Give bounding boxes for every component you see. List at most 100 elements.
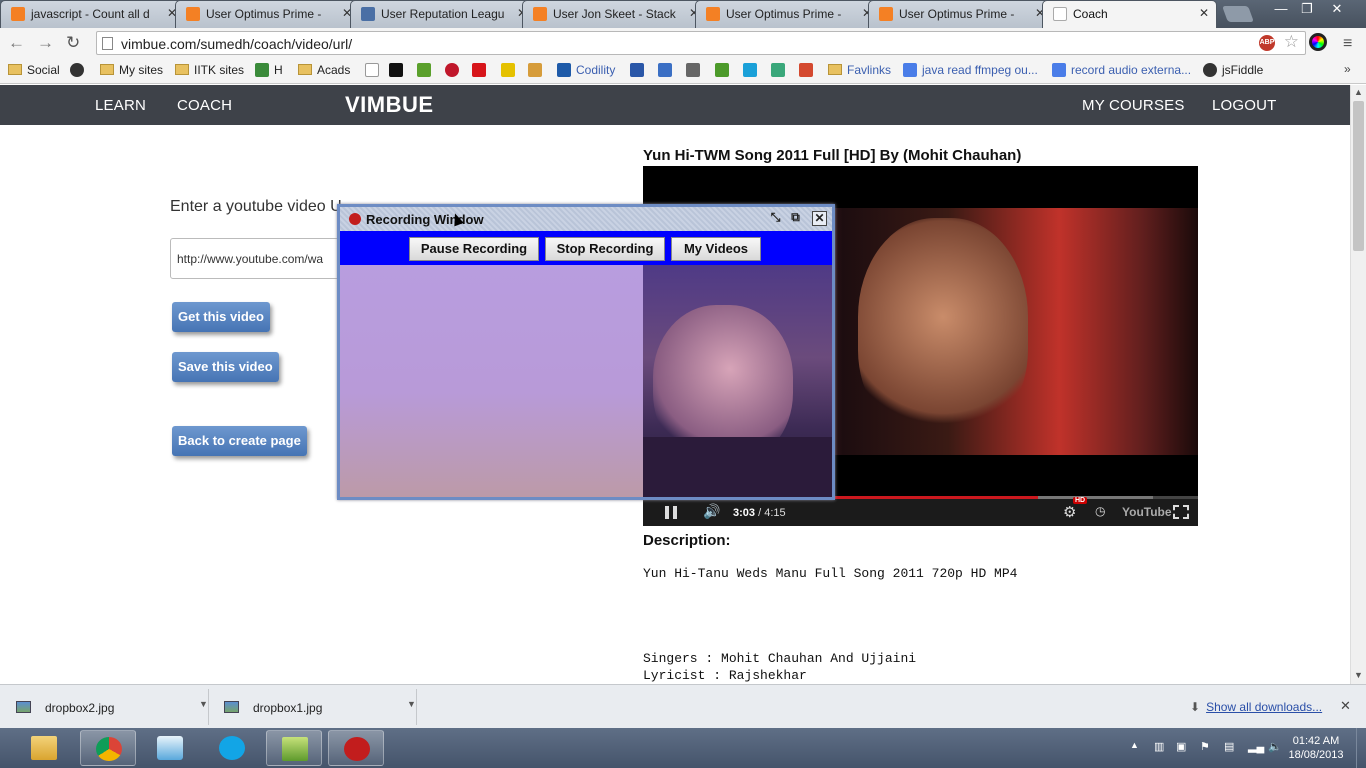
nav-my-courses[interactable]: MY COURSES <box>1082 97 1185 114</box>
minimize-icon[interactable]: — <box>1268 0 1294 20</box>
download-item[interactable]: dropbox1.jpg ▼ <box>212 689 417 725</box>
tray-signal-icon[interactable]: ▂▄ <box>1248 740 1264 753</box>
back-to-create-button[interactable]: Back to create page <box>172 426 307 456</box>
scroll-down-icon[interactable]: ▼ <box>1354 670 1363 680</box>
tab-1[interactable]: javascript - Count all d ✕ <box>0 0 185 28</box>
close-downloads-icon[interactable]: ✕ <box>1340 698 1351 714</box>
tab-coach[interactable]: Coach ✕ <box>1042 0 1217 28</box>
dropdown-arrow-icon[interactable]: ▼ <box>407 699 416 709</box>
close-icon[interactable]: ✕ <box>812 211 827 226</box>
screen: javascript - Count all d ✕ User Optimus P… <box>0 0 1366 768</box>
tray-expand-icon[interactable]: ▲ <box>1130 740 1139 750</box>
bookmark-wave[interactable] <box>771 63 790 77</box>
bookmark-leaf[interactable] <box>715 63 734 77</box>
fullscreen-icon[interactable] <box>1173 505 1189 519</box>
scroll-thumb[interactable] <box>1353 101 1364 251</box>
stackoverflow-icon <box>706 7 720 21</box>
tray-power-icon[interactable]: ▤ <box>1224 740 1234 753</box>
site-logo[interactable]: VIMBUE <box>345 92 434 118</box>
tab-2[interactable]: User Optimus Prime - ✕ <box>175 0 360 28</box>
nav-learn[interactable]: LEARN <box>95 97 146 114</box>
stop-recording-button[interactable]: Stop Recording <box>545 237 665 261</box>
bookmark-social[interactable]: Social <box>8 63 60 77</box>
folder-icon <box>175 64 189 75</box>
taskbar-editor[interactable] <box>266 730 322 766</box>
gem-icon <box>799 63 813 77</box>
bookmark-orange[interactable] <box>528 63 547 77</box>
bookmark-sd[interactable] <box>658 63 677 77</box>
new-tab-button[interactable] <box>1222 6 1254 22</box>
bookmark-page[interactable] <box>365 63 384 77</box>
download-item[interactable]: dropbox2.jpg ▼ <box>4 689 209 725</box>
minimize-icon[interactable]: ⤡ <box>768 211 783 226</box>
back-arrow-icon[interactable]: ← <box>8 34 25 52</box>
show-desktop-button[interactable] <box>1356 728 1366 768</box>
save-video-button[interactable]: Save this video <box>172 352 279 382</box>
bookmark-red-star[interactable] <box>445 63 464 77</box>
bookmark-blue[interactable] <box>743 63 762 77</box>
volume-icon[interactable]: 🔊 <box>703 503 720 520</box>
bookmark-fc[interactable] <box>389 63 408 77</box>
taskbar-explorer[interactable] <box>16 730 72 766</box>
taskbar-recorder[interactable] <box>328 730 384 766</box>
show-all-downloads-link[interactable]: ⬇ Show all downloads... <box>1190 700 1322 714</box>
tray-display-icon[interactable]: ▣ <box>1176 740 1186 753</box>
bookmark-my-sites[interactable]: My sites <box>100 63 163 77</box>
youtube-logo[interactable]: YouTube <box>1122 505 1172 519</box>
recording-window-titlebar[interactable]: Recording Window ⤡ ⧉ ✕ <box>340 207 832 231</box>
tray-network-icon[interactable]: ▥ <box>1154 740 1164 753</box>
bookmark-codility[interactable]: Codility <box>557 63 615 77</box>
bookmark-java-ffmpeg[interactable]: java read ffmpeg ou... <box>903 63 1038 77</box>
page-scrollbar[interactable]: ▲ ▼ <box>1350 85 1366 684</box>
tray-volume-icon[interactable]: 🔈 <box>1268 740 1282 753</box>
bookmark-gem[interactable] <box>799 63 818 77</box>
my-videos-button[interactable]: My Videos <box>671 237 761 261</box>
bookmark-f[interactable] <box>501 63 520 77</box>
settings-gear-icon[interactable]: ⚙ <box>1063 503 1076 521</box>
taskbar-chrome[interactable] <box>80 730 136 766</box>
nav-logout[interactable]: LOGOUT <box>1212 97 1277 114</box>
tray-flag-icon[interactable]: ⚑ <box>1200 740 1210 753</box>
tab-5[interactable]: User Optimus Prime - ✕ <box>695 0 880 28</box>
menu-icon[interactable]: ≡ <box>1343 35 1352 53</box>
bookmark-record-audio[interactable]: record audio externa... <box>1052 63 1191 77</box>
close-window-icon[interactable]: ✕ <box>1324 0 1350 20</box>
bookmark-h[interactable]: H <box>255 63 283 77</box>
preview-bar <box>643 437 832 497</box>
bookmarks-overflow-icon[interactable]: » <box>1344 62 1351 76</box>
chrome-icon <box>96 737 122 761</box>
bookmark-adobe[interactable] <box>472 63 491 77</box>
record-icon <box>344 737 370 761</box>
tab-4[interactable]: User Jon Skeet - Stack ✕ <box>522 0 707 28</box>
bookmark-iitk-sites[interactable]: IITK sites <box>175 63 244 77</box>
address-bar[interactable]: vimbue.com/sumedh/coach/video/url/ ABP ☆ <box>96 31 1306 55</box>
get-video-button[interactable]: Get this video <box>172 302 270 332</box>
tab-3[interactable]: User Reputation Leagu✕ <box>350 0 535 28</box>
bookmark-jsfiddle[interactable]: jsFiddle <box>1203 63 1263 77</box>
windows-taskbar: ▲ ▥ ▣ ⚑ ▤ ▂▄ 🔈 01:42 AM 18/08/2013 <box>0 728 1366 768</box>
taskbar-clock[interactable]: 01:42 AM 18/08/2013 <box>1286 734 1346 762</box>
nav-coach[interactable]: COACH <box>177 97 232 114</box>
tab-6[interactable]: User Optimus Prime - ✕ <box>868 0 1053 28</box>
bookmark-th[interactable] <box>630 63 649 77</box>
watch-later-icon[interactable]: ◷ <box>1095 504 1105 518</box>
pause-recording-button[interactable]: Pause Recording <box>409 237 539 261</box>
dropdown-arrow-icon[interactable]: ▼ <box>199 699 208 709</box>
adblock-icon[interactable]: ABP <box>1259 35 1275 51</box>
bookmark-acads[interactable]: Acads <box>298 63 350 77</box>
taskbar-skype[interactable] <box>204 730 260 766</box>
scroll-up-icon[interactable]: ▲ <box>1354 87 1363 97</box>
bookmark-star-icon[interactable]: ☆ <box>1284 32 1299 52</box>
bookmark-favlinks[interactable]: Favlinks <box>828 63 891 77</box>
bookmark-icon-item[interactable] <box>70 63 89 77</box>
reload-icon[interactable]: ↻ <box>66 34 80 52</box>
restore-icon[interactable]: ❐ <box>1294 0 1320 20</box>
bookmark-glyph[interactable] <box>686 63 705 77</box>
maximize-icon[interactable]: ⧉ <box>788 211 803 226</box>
taskbar-app[interactable] <box>142 730 198 766</box>
bookmark-green[interactable] <box>417 63 436 77</box>
extension-icon[interactable] <box>1309 33 1327 51</box>
pause-icon[interactable] <box>665 506 677 519</box>
close-tab-icon[interactable]: ✕ <box>1199 6 1209 20</box>
forward-arrow-icon[interactable]: → <box>37 34 54 52</box>
